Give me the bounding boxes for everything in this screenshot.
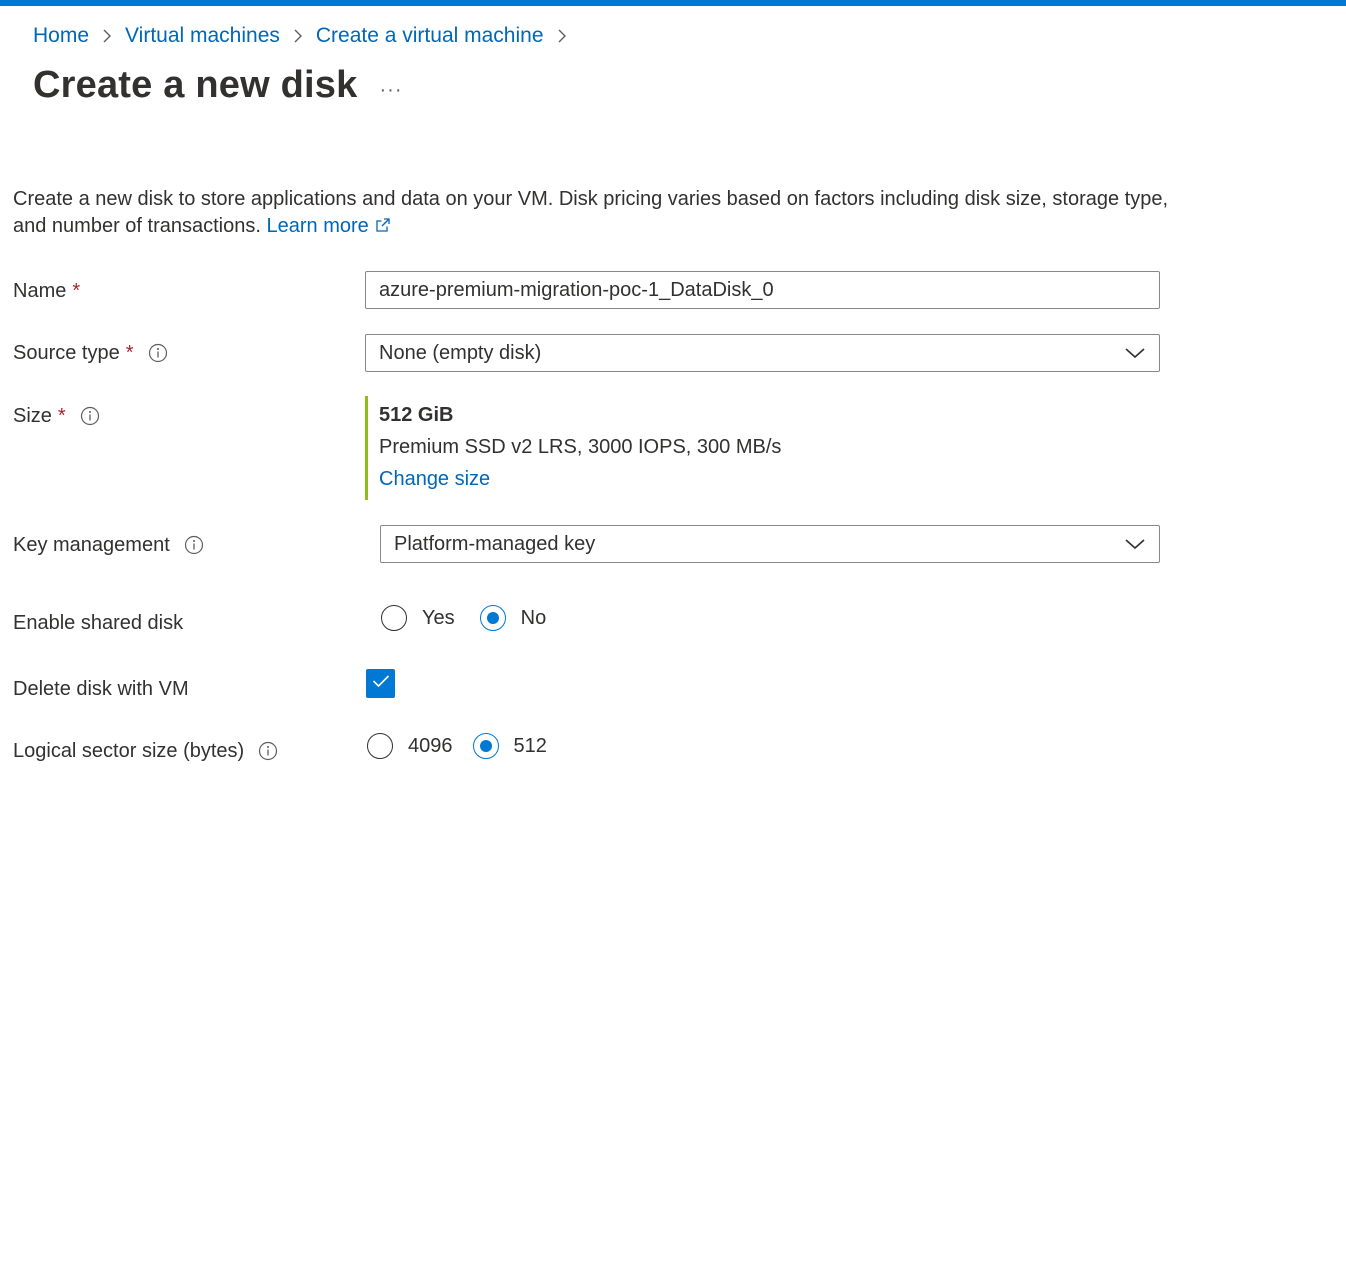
info-icon[interactable] bbox=[184, 535, 204, 555]
radio-label-512: 512 bbox=[513, 734, 547, 757]
description-body: Create a new disk to store applications … bbox=[13, 188, 1169, 237]
learn-more-link[interactable]: Learn more bbox=[266, 215, 390, 237]
breadcrumb: Home Virtual machines Create a virtual m… bbox=[33, 22, 580, 50]
learn-more-label: Learn more bbox=[266, 215, 369, 237]
shared-disk-no-radio[interactable]: No bbox=[479, 605, 547, 631]
key-management-label-row: Key management bbox=[13, 531, 204, 559]
chevron-right-icon bbox=[544, 28, 580, 44]
delete-with-vm-checkbox[interactable] bbox=[366, 669, 395, 698]
info-icon[interactable] bbox=[148, 343, 168, 363]
size-label-row: Size * bbox=[13, 402, 100, 430]
sector-size-4096-radio[interactable]: 4096 bbox=[367, 733, 453, 759]
key-management-value: Platform-managed key bbox=[394, 532, 596, 555]
radio-label-4096: 4096 bbox=[408, 734, 453, 757]
chevron-down-icon bbox=[1124, 346, 1146, 360]
chevron-down-icon bbox=[1124, 537, 1146, 551]
source-type-value: None (empty disk) bbox=[379, 341, 542, 364]
source-type-dropdown[interactable]: None (empty disk) bbox=[365, 334, 1160, 372]
sector-size-label: Logical sector size (bytes) bbox=[13, 739, 245, 762]
delete-with-vm-label: Delete disk with VM bbox=[13, 677, 189, 700]
size-summary: 512 GiB Premium SSD v2 LRS, 3000 IOPS, 3… bbox=[365, 396, 781, 500]
required-mark: * bbox=[125, 341, 134, 364]
sector-size-radio-group: 4096 512 bbox=[367, 730, 547, 762]
sector-size-label-row: Logical sector size (bytes) bbox=[13, 737, 278, 765]
info-icon[interactable] bbox=[258, 741, 278, 761]
shared-disk-label-row: Enable shared disk bbox=[13, 609, 183, 637]
name-input[interactable] bbox=[365, 271, 1160, 309]
page-title: Create a new disk bbox=[33, 64, 358, 106]
delete-with-vm-label-row: Delete disk with VM bbox=[13, 675, 189, 703]
radio-unchecked-icon bbox=[381, 605, 407, 631]
required-mark: * bbox=[72, 279, 81, 302]
size-details: Premium SSD v2 LRS, 3000 IOPS, 300 MB/s bbox=[379, 436, 782, 458]
radio-unchecked-icon bbox=[367, 733, 393, 759]
size-value: 512 GiB bbox=[379, 404, 454, 426]
radio-label-no: No bbox=[520, 606, 547, 629]
more-options-button[interactable]: ··· bbox=[374, 76, 408, 104]
top-accent-bar bbox=[0, 0, 1346, 6]
radio-label-yes: Yes bbox=[422, 606, 455, 629]
name-label: Name bbox=[13, 279, 67, 302]
key-management-label: Key management bbox=[13, 533, 170, 556]
required-mark: * bbox=[57, 404, 66, 427]
source-type-label: Source type bbox=[13, 341, 120, 364]
sector-size-512-radio[interactable]: 512 bbox=[472, 733, 547, 759]
shared-disk-label: Enable shared disk bbox=[13, 611, 184, 634]
radio-checked-icon bbox=[472, 733, 499, 759]
breadcrumb-home[interactable]: Home bbox=[33, 24, 89, 48]
name-label-row: Name * bbox=[13, 277, 80, 305]
size-label: Size bbox=[13, 404, 52, 427]
checkmark-icon bbox=[372, 674, 390, 693]
shared-disk-yes-radio[interactable]: Yes bbox=[381, 605, 455, 631]
chevron-right-icon bbox=[89, 28, 125, 44]
source-type-label-row: Source type * bbox=[13, 339, 168, 367]
description-text: Create a new disk to store applications … bbox=[13, 186, 1173, 241]
external-link-icon bbox=[375, 214, 391, 241]
chevron-right-icon bbox=[280, 28, 316, 44]
info-icon[interactable] bbox=[80, 406, 100, 426]
radio-checked-icon bbox=[479, 605, 506, 631]
key-management-dropdown[interactable]: Platform-managed key bbox=[380, 525, 1160, 563]
breadcrumb-virtual-machines[interactable]: Virtual machines bbox=[125, 24, 280, 48]
shared-disk-radio-group: Yes No bbox=[381, 602, 546, 634]
breadcrumb-create-vm[interactable]: Create a virtual machine bbox=[316, 24, 544, 48]
change-size-link[interactable]: Change size bbox=[379, 465, 781, 493]
